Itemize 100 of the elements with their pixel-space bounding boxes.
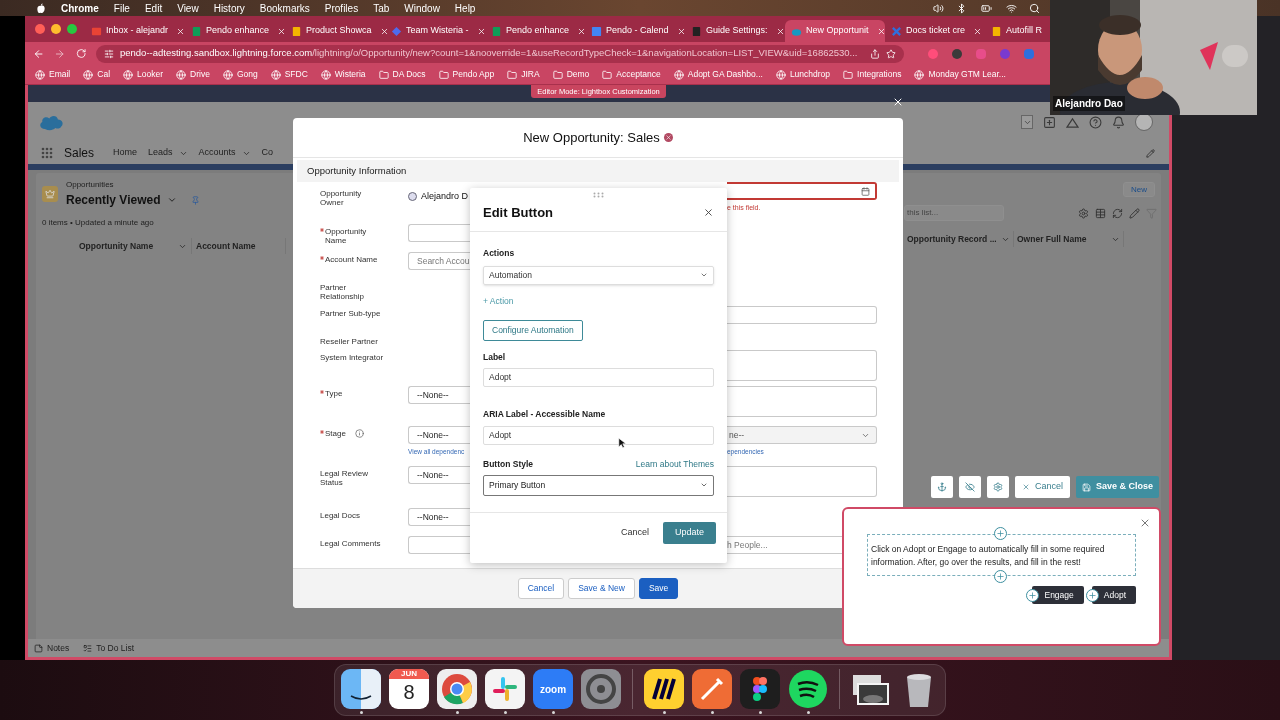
close-tab-icon[interactable] — [973, 26, 982, 36]
menu-item[interactable]: Help — [454, 0, 476, 16]
bookmark[interactable]: Lunchdrop — [775, 68, 831, 81]
browser-tab[interactable]: Pendo - Calend — [585, 20, 685, 42]
browser-tab[interactable]: Docs ticket cre — [885, 20, 985, 42]
utility-item[interactable]: Notes — [34, 641, 70, 655]
close-tab-icon[interactable] — [379, 26, 389, 36]
column-header[interactable]: Opportunity Record ... — [904, 231, 1014, 247]
nav-tab[interactable]: Leads — [148, 146, 188, 160]
bookmark[interactable]: JIRA — [507, 68, 540, 81]
picklist[interactable]: ne-- — [727, 426, 877, 444]
bluetooth-icon[interactable] — [956, 2, 967, 14]
menu-item[interactable]: View — [177, 0, 199, 16]
edit-nav-icon[interactable] — [1146, 148, 1155, 158]
favorites-dropdown[interactable] — [1021, 115, 1033, 129]
browser-tab[interactable]: New Opportunit — [785, 20, 885, 42]
browser-app-icon[interactable] — [437, 669, 477, 709]
music-app-icon[interactable] — [788, 669, 828, 709]
settings-icon[interactable] — [1078, 207, 1089, 219]
modal-button[interactable]: Save — [638, 578, 679, 599]
utility-item[interactable]: To Do List — [83, 641, 134, 655]
update-button[interactable]: Update — [662, 521, 716, 544]
bookmark[interactable]: Email — [35, 68, 71, 81]
extension-icon[interactable] — [951, 48, 962, 59]
info-icon[interactable] — [354, 429, 364, 438]
menu-item[interactable]: History — [213, 0, 245, 16]
anchor-button[interactable] — [931, 476, 953, 498]
owner-name[interactable]: Alejandro D — [421, 190, 469, 204]
date-field[interactable] — [727, 182, 877, 200]
bookmark[interactable]: Cal — [83, 68, 111, 81]
zoom-window-button[interactable] — [67, 24, 77, 34]
browser-tab[interactable]: Team Wisteria - — [385, 20, 485, 42]
caret-icon[interactable] — [166, 195, 177, 205]
bookmark[interactable]: DA Docs — [378, 68, 426, 81]
bookmark[interactable]: Monday GTM Lear... — [914, 68, 1006, 81]
calendar-app-icon[interactable]: JUN 8 — [389, 669, 429, 709]
bookmark-star-icon[interactable] — [885, 48, 896, 59]
close-tab-icon[interactable] — [876, 26, 886, 36]
browser-tab[interactable]: Pendo enhance — [485, 20, 585, 42]
design-app-icon[interactable] — [740, 669, 780, 709]
battery-icon[interactable] — [979, 2, 994, 14]
chat-app-icon[interactable] — [485, 669, 525, 709]
bookmark[interactable]: Demo — [552, 68, 590, 81]
apple-icon[interactable] — [36, 2, 46, 14]
bookmark[interactable]: Drive — [176, 68, 210, 81]
text-field[interactable] — [727, 306, 877, 324]
app-menu[interactable]: Chrome — [61, 0, 99, 16]
app-launcher-icon[interactable] — [41, 147, 53, 159]
bookmark[interactable]: Pendo App — [438, 68, 495, 81]
list-view-title[interactable]: Recently Viewed — [66, 191, 161, 209]
wifi-icon[interactable] — [1006, 2, 1017, 14]
bookmark[interactable]: Gong — [222, 68, 258, 81]
hide-button[interactable] — [959, 476, 981, 498]
close-icon[interactable] — [1139, 517, 1151, 529]
refresh-icon[interactable] — [1112, 207, 1123, 219]
menu-item[interactable]: Edit — [144, 0, 163, 16]
guide-button[interactable]: Adopt — [1091, 586, 1136, 604]
learn-about-themes-link[interactable]: Learn about Themes — [635, 458, 714, 471]
save-and-close-button[interactable]: Save & Close — [1076, 476, 1160, 498]
minimize-window-button[interactable] — [51, 24, 61, 34]
bookmark[interactable]: SFDC — [270, 68, 308, 81]
site-settings-icon[interactable] — [104, 48, 114, 59]
forward-icon[interactable] — [54, 47, 66, 60]
bookmark[interactable]: Acceptance — [602, 68, 661, 81]
button-style-select[interactable]: Primary Button — [483, 474, 714, 496]
video-app-icon[interactable]: zoom — [533, 669, 573, 709]
modal-button[interactable]: Save & New — [568, 578, 635, 599]
close-tab-icon[interactable] — [476, 26, 486, 36]
drag-handle-icon[interactable] — [592, 192, 605, 198]
browser-tab[interactable]: Pendo enhance — [185, 20, 285, 42]
nav-tab[interactable]: Co — [261, 146, 274, 160]
column-header[interactable]: Owner Full Name — [1014, 231, 1124, 247]
close-icon[interactable] — [703, 207, 714, 219]
bookmark[interactable]: Looker — [123, 68, 164, 81]
add-icon[interactable] — [1043, 115, 1056, 129]
column-header[interactable]: Account Name — [192, 238, 286, 254]
back-icon[interactable] — [33, 47, 45, 60]
close-tab-icon[interactable] — [176, 26, 186, 36]
browser-tab[interactable]: Guide Settings: — [685, 20, 785, 42]
browser-tab[interactable]: Inbox - alejandr — [85, 20, 185, 42]
search-icon[interactable] — [1029, 2, 1040, 14]
label-field[interactable]: Adopt — [483, 368, 714, 388]
close-tab-icon[interactable] — [775, 26, 785, 36]
calendar-icon[interactable] — [861, 186, 870, 196]
menu-item[interactable]: Window — [404, 0, 440, 16]
pencil-icon[interactable] — [1129, 207, 1140, 219]
cancel-button[interactable]: Cancel — [620, 526, 649, 540]
menu-item[interactable]: Tab — [373, 0, 390, 16]
guide-button[interactable]: Engage — [1032, 586, 1084, 604]
column-header[interactable]: Opportunity Name — [75, 238, 192, 254]
whiteboard-app-icon[interactable] — [644, 669, 684, 709]
menu-item[interactable]: Profiles — [324, 0, 359, 16]
table-icon[interactable] — [1095, 207, 1106, 219]
browser-tab[interactable]: Product Showca — [285, 20, 385, 42]
volume-icon[interactable] — [933, 2, 944, 14]
reload-icon[interactable] — [75, 48, 86, 59]
bookmark[interactable]: Wisteria — [320, 68, 366, 81]
close-tab-icon[interactable] — [577, 26, 587, 36]
menu-item[interactable]: File — [113, 0, 130, 16]
close-editor-icon[interactable] — [892, 96, 904, 108]
